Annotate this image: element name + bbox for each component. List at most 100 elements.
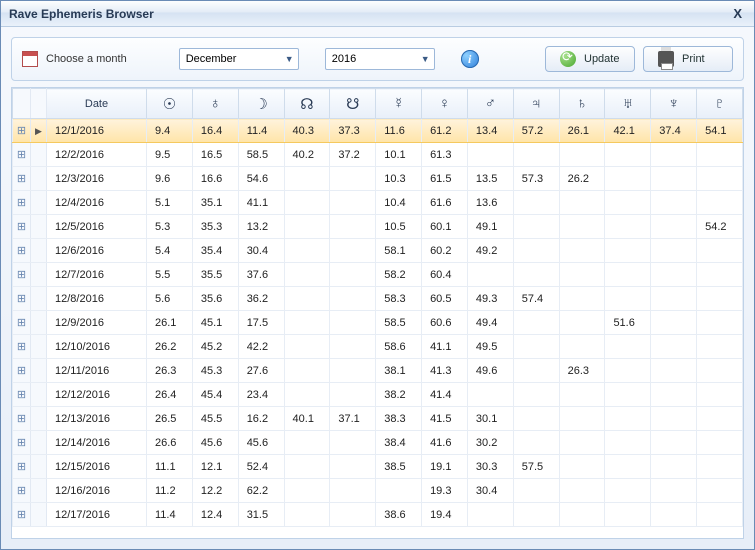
cell-sun: 9.5 [147, 143, 193, 167]
cell-neptune [651, 191, 697, 215]
cell-neptune [651, 455, 697, 479]
cell-jupiter [513, 191, 559, 215]
column-header-south_node[interactable]: ☋ [330, 89, 376, 119]
expand-toggle[interactable] [13, 383, 31, 407]
expand-toggle[interactable] [13, 287, 31, 311]
expand-toggle[interactable] [13, 503, 31, 527]
cell-jupiter [513, 359, 559, 383]
cell-uranus [605, 167, 651, 191]
column-header-mars[interactable]: ♂ [467, 89, 513, 119]
cell-sun: 9.6 [147, 167, 193, 191]
cell-mercury: 11.6 [376, 119, 422, 143]
cell-sun: 11.4 [147, 503, 193, 527]
expand-toggle[interactable] [13, 239, 31, 263]
grid-scroll[interactable]: Date☉♁☽☊☋☿♀♂♃♄♅♆♇ 12/1/20169.416.411.440… [12, 88, 743, 538]
expand-toggle[interactable] [13, 143, 31, 167]
expand-toggle[interactable] [13, 407, 31, 431]
cell-north_node [284, 239, 330, 263]
column-header-north_node[interactable]: ☊ [284, 89, 330, 119]
cell-north_node [284, 383, 330, 407]
cell-north_node [284, 167, 330, 191]
table-row[interactable]: 12/2/20169.516.558.540.237.210.161.3 [13, 143, 743, 167]
cell-venus: 60.2 [422, 239, 468, 263]
cell-uranus: 42.1 [605, 119, 651, 143]
cell-mercury: 10.5 [376, 215, 422, 239]
cell-saturn [559, 143, 605, 167]
column-header-neptune[interactable]: ♆ [651, 89, 697, 119]
cell-north_node [284, 263, 330, 287]
cell-moon: 42.2 [238, 335, 284, 359]
cell-moon: 45.6 [238, 431, 284, 455]
expand-toggle[interactable] [13, 215, 31, 239]
cell-mars: 49.6 [467, 359, 513, 383]
column-header-pluto[interactable]: ♇ [697, 89, 743, 119]
cell-venus: 60.1 [422, 215, 468, 239]
cell-mars [467, 263, 513, 287]
row-indicator [31, 167, 47, 191]
cell-mercury: 58.1 [376, 239, 422, 263]
column-header-uranus[interactable]: ♅ [605, 89, 651, 119]
column-header-date[interactable]: Date [47, 89, 147, 119]
table-row[interactable]: 12/5/20165.335.313.210.560.149.154.2 [13, 215, 743, 239]
cell-jupiter [513, 311, 559, 335]
cell-earth: 45.5 [192, 407, 238, 431]
table-row[interactable]: 12/14/201626.645.645.638.441.630.2 [13, 431, 743, 455]
table-row[interactable]: 12/8/20165.635.636.258.360.549.357.4 [13, 287, 743, 311]
expand-toggle[interactable] [13, 263, 31, 287]
cell-mercury: 38.6 [376, 503, 422, 527]
cell-mercury [376, 479, 422, 503]
data-grid: Date☉♁☽☊☋☿♀♂♃♄♅♆♇ 12/1/20169.416.411.440… [11, 87, 744, 539]
table-row[interactable]: 12/12/201626.445.423.438.241.4 [13, 383, 743, 407]
table-row[interactable]: 12/3/20169.616.654.610.361.513.557.326.2 [13, 167, 743, 191]
table-row[interactable]: 12/15/201611.112.152.438.519.130.357.5 [13, 455, 743, 479]
update-button-label: Update [584, 53, 619, 65]
table-row[interactable]: 12/6/20165.435.430.458.160.249.2 [13, 239, 743, 263]
column-header-saturn[interactable]: ♄ [559, 89, 605, 119]
column-header-venus[interactable]: ♀ [422, 89, 468, 119]
table-row[interactable]: 12/16/201611.212.262.219.330.4 [13, 479, 743, 503]
cell-earth: 12.4 [192, 503, 238, 527]
cell-jupiter: 57.4 [513, 287, 559, 311]
month-select[interactable]: December ▼ [179, 48, 299, 70]
column-header-jupiter[interactable]: ♃ [513, 89, 559, 119]
column-header-moon[interactable]: ☽ [238, 89, 284, 119]
table-row[interactable]: 12/4/20165.135.141.110.461.613.6 [13, 191, 743, 215]
cell-south_node [330, 455, 376, 479]
cell-venus: 41.4 [422, 383, 468, 407]
cell-venus: 61.5 [422, 167, 468, 191]
expand-toggle[interactable] [13, 167, 31, 191]
expand-toggle[interactable] [13, 119, 31, 143]
cell-north_node [284, 431, 330, 455]
cell-pluto [697, 311, 743, 335]
table-row[interactable]: 12/10/201626.245.242.258.641.149.5 [13, 335, 743, 359]
column-header-mercury[interactable]: ☿ [376, 89, 422, 119]
table-row[interactable]: 12/17/201611.412.431.538.619.4 [13, 503, 743, 527]
table-row[interactable]: 12/1/20169.416.411.440.337.311.661.213.4… [13, 119, 743, 143]
table-row[interactable]: 12/13/201626.545.516.240.137.138.341.530… [13, 407, 743, 431]
expand-toggle[interactable] [13, 431, 31, 455]
expand-toggle[interactable] [13, 479, 31, 503]
column-header-earth[interactable]: ♁ [192, 89, 238, 119]
print-button[interactable]: Print [643, 46, 733, 72]
close-button[interactable]: X [729, 4, 746, 23]
cell-neptune [651, 359, 697, 383]
cell-venus: 41.3 [422, 359, 468, 383]
table-row[interactable]: 12/11/201626.345.327.638.141.349.626.3 [13, 359, 743, 383]
cell-neptune [651, 335, 697, 359]
expand-toggle[interactable] [13, 455, 31, 479]
cell-jupiter [513, 407, 559, 431]
year-select[interactable]: 2016 ▼ [325, 48, 435, 70]
expand-toggle[interactable] [13, 359, 31, 383]
row-indicator [31, 215, 47, 239]
cell-pluto [697, 407, 743, 431]
cell-mercury: 38.2 [376, 383, 422, 407]
column-header-sun[interactable]: ☉ [147, 89, 193, 119]
expand-toggle[interactable] [13, 191, 31, 215]
expand-toggle[interactable] [13, 335, 31, 359]
table-row[interactable]: 12/7/20165.535.537.658.260.4 [13, 263, 743, 287]
cell-uranus [605, 335, 651, 359]
info-button[interactable]: i [461, 50, 479, 68]
update-button[interactable]: Update [545, 46, 635, 72]
table-row[interactable]: 12/9/201626.145.117.558.560.649.451.6 [13, 311, 743, 335]
expand-toggle[interactable] [13, 311, 31, 335]
